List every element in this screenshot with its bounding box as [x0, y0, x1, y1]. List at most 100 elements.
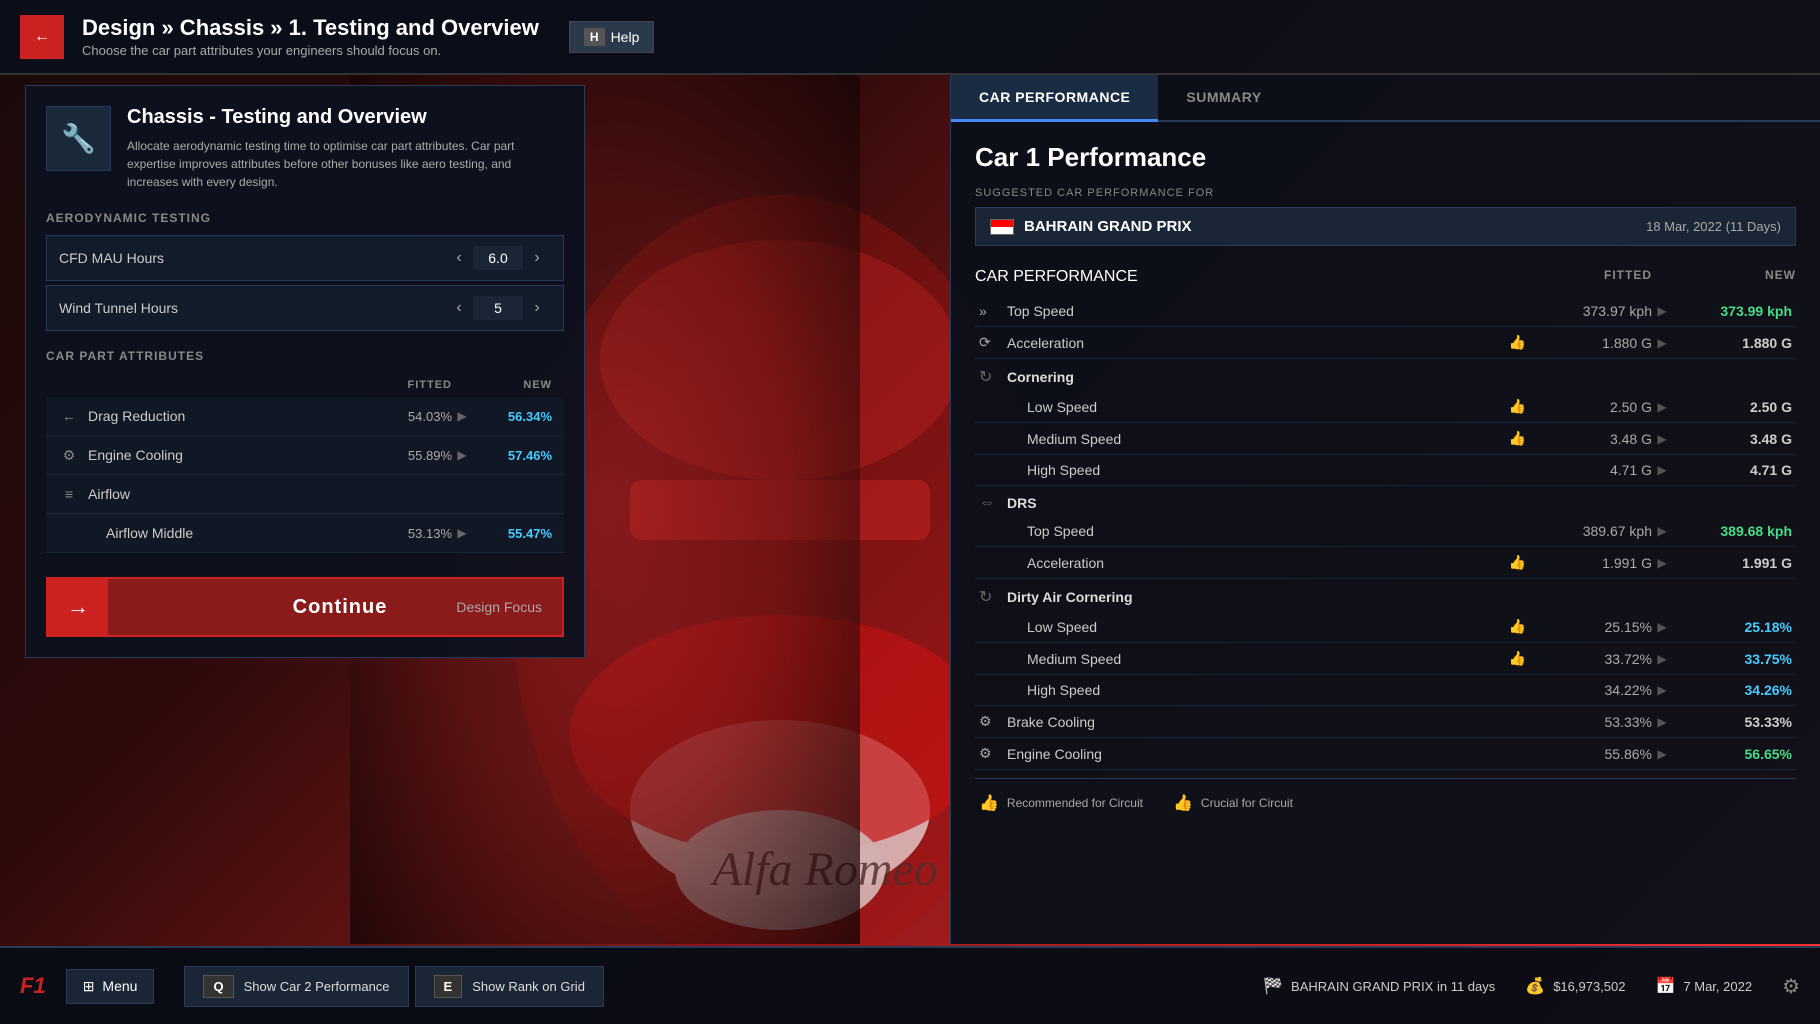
attr-table-header: FITTED NEW	[46, 373, 564, 397]
airflow-middle-new: 55.47%	[472, 526, 552, 541]
show-car2-button[interactable]: Q Show Car 2 Performance	[184, 966, 408, 1007]
cfd-spinner-row: CFD MAU Hours ‹ 6.0 ›	[46, 235, 564, 281]
help-label: Help	[611, 29, 640, 45]
panel-description: Allocate aerodynamic testing time to opt…	[127, 137, 564, 191]
breadcrumb-text: Design » Chassis » 1. Testing and Overvi…	[82, 15, 539, 41]
help-key: H	[584, 28, 605, 46]
cfd-increment[interactable]: ›	[523, 244, 551, 272]
gp-status: 🏁 BAHRAIN GRAND PRIX in 11 days	[1263, 976, 1495, 996]
money-value: $16,973,502	[1553, 979, 1625, 994]
dirty-low-thumb: 👍	[1509, 618, 1526, 635]
car2-label: Show Car 2 Performance	[244, 979, 390, 994]
top-speed-arrow: ▶	[1652, 304, 1672, 318]
drs-label: DRS	[1007, 495, 1792, 511]
drs-top-label: Top Speed	[1027, 523, 1512, 539]
wind-spinner-row: Wind Tunnel Hours ‹ 5 ›	[46, 285, 564, 331]
acceleration-arrow: ▶	[1652, 336, 1672, 350]
cornering-icon: ↻	[979, 367, 1007, 387]
drs-top-fitted: 389.67 kph	[1532, 523, 1652, 539]
top-speed-icon: »	[979, 303, 1007, 319]
cornering-label: Cornering	[1007, 369, 1792, 385]
date-status: 📅 7 Mar, 2022	[1655, 976, 1752, 996]
aero-section-header: AERODYNAMIC TESTING	[46, 211, 564, 225]
continue-button[interactable]: → Continue Design Focus	[46, 577, 564, 637]
drag-reduction-new: 56.34%	[472, 409, 552, 424]
cfd-label: CFD MAU Hours	[59, 250, 445, 266]
airflow-icon: ≡	[58, 483, 80, 505]
panel-icon: 🔧	[46, 106, 111, 171]
dirty-air-header: ↻ Dirty Air Cornering	[975, 579, 1796, 611]
dirty-med-fitted: 33.72%	[1532, 651, 1652, 667]
legend-recommended: 👍 Recommended for Circuit	[979, 793, 1143, 813]
money-status: 💰 $16,973,502	[1525, 976, 1625, 996]
brake-cooling-icon: ⚙	[979, 713, 1007, 730]
gp-status-icon: 🏁	[1263, 976, 1283, 996]
help-button[interactable]: H Help	[569, 21, 654, 53]
cornering-high-fitted: 4.71 G	[1532, 462, 1652, 478]
perf-col-headers: CAR PERFORMANCE FITTED NEW	[975, 264, 1796, 290]
attr-new-col-header: NEW	[472, 379, 552, 391]
drag-reduction-arrow: ▶	[452, 409, 472, 423]
drag-reduction-icon: ←	[58, 405, 80, 427]
cornering-header: ↻ Cornering	[975, 359, 1796, 391]
dirty-med-label: Medium Speed	[1027, 651, 1509, 667]
engine-cooling-row: ⚙ Engine Cooling 55.89% ▶ 57.46%	[46, 436, 564, 475]
dirty-med-arrow: ▶	[1652, 652, 1672, 666]
grand-prix-row: BAHRAIN GRAND PRIX 18 Mar, 2022 (11 Days…	[975, 207, 1796, 246]
right-panel: CAR PERFORMANCE SUMMARY Car 1 Performanc…	[950, 75, 1820, 944]
calendar-icon: 📅	[1655, 976, 1675, 996]
rank-key: E	[434, 975, 463, 998]
breadcrumb-area: Design » Chassis » 1. Testing and Overvi…	[82, 15, 539, 58]
show-rank-button[interactable]: E Show Rank on Grid	[415, 966, 604, 1007]
car2-key: Q	[203, 975, 233, 998]
legend-row: 👍 Recommended for Circuit 👍 Crucial for …	[975, 778, 1796, 817]
wind-label: Wind Tunnel Hours	[59, 300, 445, 316]
engine-cooling-icon: ⚙	[58, 444, 80, 466]
tab-car-performance[interactable]: CAR PERFORMANCE	[951, 75, 1158, 122]
engine-cooling-arrow: ▶	[452, 448, 472, 462]
drs-acc-fitted: 1.991 G	[1532, 555, 1652, 571]
dirty-low-fitted: 25.15%	[1532, 619, 1652, 635]
gp-date: 18 Mar, 2022 (11 Days)	[1646, 219, 1781, 234]
right-engine-cooling-new: 56.65%	[1672, 746, 1792, 762]
wind-increment[interactable]: ›	[523, 294, 551, 322]
panel-header: 🔧 Chassis - Testing and Overview Allocat…	[46, 106, 564, 191]
dirty-low-arrow: ▶	[1652, 620, 1672, 634]
right-tab-bar: CAR PERFORMANCE SUMMARY	[951, 75, 1820, 122]
cornering-low-new: 2.50 G	[1672, 399, 1792, 415]
dirty-air-label: Dirty Air Cornering	[1007, 589, 1792, 605]
drag-reduction-row: ← Drag Reduction 54.03% ▶ 56.34%	[46, 397, 564, 436]
breadcrumb: Design » Chassis » 1. Testing and Overvi…	[82, 15, 539, 41]
drs-top-new: 389.68 kph	[1672, 523, 1792, 539]
cornering-high-speed-row: High Speed 4.71 G ▶ 4.71 G	[975, 455, 1796, 486]
panel-title: Chassis - Testing and Overview	[127, 106, 564, 129]
tab-summary[interactable]: SUMMARY	[1158, 75, 1289, 120]
dirty-high-new: 34.26%	[1672, 682, 1792, 698]
cornering-med-new: 3.48 G	[1672, 431, 1792, 447]
cfd-decrement[interactable]: ‹	[445, 244, 473, 272]
acceleration-new: 1.880 G	[1672, 335, 1792, 351]
cornering-med-fitted: 3.48 G	[1532, 431, 1652, 447]
acceleration-thumb: 👍	[1509, 334, 1526, 351]
back-button[interactable]: ←	[20, 15, 64, 59]
gp-name-text: BAHRAIN GRAND PRIX	[1024, 218, 1192, 235]
drs-header: ⇔ DRS	[975, 486, 1796, 516]
settings-button[interactable]: ⚙	[1782, 974, 1800, 999]
wind-decrement[interactable]: ‹	[445, 294, 473, 322]
brake-cooling-fitted: 53.33%	[1532, 714, 1652, 730]
cornering-high-arrow: ▶	[1652, 463, 1672, 477]
acceleration-row: ⟳ Acceleration 👍 1.880 G ▶ 1.880 G	[975, 327, 1796, 359]
cornering-med-speed-row: Medium Speed 👍 3.48 G ▶ 3.48 G	[975, 423, 1796, 455]
drag-reduction-fitted: 54.03%	[372, 409, 452, 424]
bahrain-flag	[990, 219, 1014, 235]
brake-cooling-new: 53.33%	[1672, 714, 1792, 730]
recommended-icon: 👍	[979, 793, 999, 813]
drs-icon: ⇔	[979, 494, 1007, 512]
dirty-high-arrow: ▶	[1652, 683, 1672, 697]
cornering-med-label: Medium Speed	[1027, 431, 1509, 447]
menu-button[interactable]: ⊞ Menu	[66, 969, 155, 1004]
bottom-shortcuts: Q Show Car 2 Performance E Show Rank on …	[184, 966, 1263, 1007]
drs-acc-new: 1.991 G	[1672, 555, 1792, 571]
svg-text:Alfa Romeo: Alfa Romeo	[710, 843, 938, 896]
cornering-med-thumb: 👍	[1509, 430, 1526, 447]
